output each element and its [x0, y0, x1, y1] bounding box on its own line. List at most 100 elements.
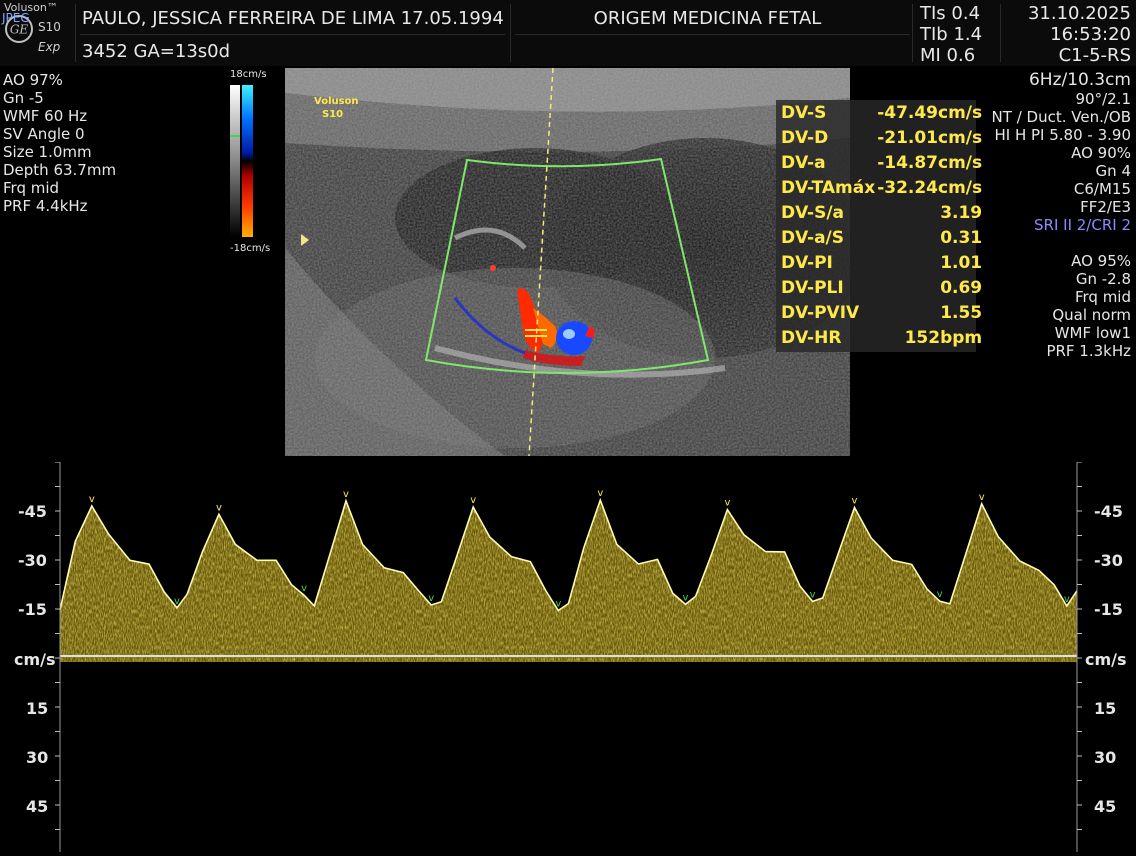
image-logo-model: S10 — [322, 109, 344, 120]
doppler-spectrum[interactable]: vvvvvvvvvvvvvvvv -45 -30 -15 cm/s 15 30 … — [0, 461, 1136, 852]
logo-model: S10 — [38, 20, 61, 34]
patient-name: PAULO, JESSICA FERREIRA DE LIMA 17.05.19… — [82, 8, 504, 29]
measurement-row: DV-PI 1.01 — [780, 250, 983, 275]
tib-value: TIb 1.4 — [920, 24, 983, 45]
measurement-row: DV-a -14.87cm/s — [780, 150, 983, 175]
logo-exp: Exp — [38, 40, 61, 54]
colorbar-bottom-label: -18cm/s — [230, 243, 271, 254]
cycle-marker: v — [470, 495, 476, 506]
param-gain: Gn -5 — [3, 89, 44, 107]
cycle-marker: v — [852, 496, 858, 507]
param-gain-color: Gn -2.8 — [1075, 270, 1131, 288]
color-velocity-bar — [230, 85, 254, 237]
measurement-panel: DV-S -47.49cm/s DV-D -21.01cm/s DV-a -14.87… — [776, 100, 982, 352]
measurement-label: DV-TAmáx — [781, 177, 876, 198]
scale-label: -45 — [18, 502, 47, 521]
param-prf: PRF 4.4kHz — [3, 197, 88, 215]
right-params: 6Hz/10.3cm 90°/2.1 NT / Duct. Ven./OB HI… — [992, 70, 1131, 360]
measurement-label: DV-PVIV — [781, 302, 860, 323]
param-depth: Depth 63.7mm — [3, 161, 117, 179]
measurement-row: DV-HR 152bpm — [780, 325, 983, 350]
measurement-row: DV-S -47.49cm/s — [780, 100, 983, 125]
exam-date: 31.10.2025 — [1027, 3, 1131, 24]
scale-label-right: 15 — [1094, 699, 1117, 718]
param-ao-b: AO 90% — [1071, 144, 1131, 162]
measurement-label: DV-HR — [781, 327, 842, 348]
measurement-row: DV-PVIV 1.55 — [780, 300, 983, 325]
scale-label: 30 — [26, 748, 49, 767]
measurement-label: DV-D — [781, 127, 829, 148]
measurement-value: -32.24cm/s — [877, 177, 983, 198]
cycle-marker: v — [724, 498, 730, 509]
param-ao-color: AO 95% — [1071, 252, 1131, 270]
measurement-value: 0.31 — [940, 227, 983, 248]
measurement-value: 3.19 — [940, 202, 983, 223]
measurement-value: -47.49cm/s — [877, 102, 983, 123]
cycle-marker: v — [1064, 594, 1070, 605]
param-gain-b: Gn 4 — [1095, 162, 1131, 180]
scale-label-right: -15 — [1094, 600, 1123, 619]
scale-label: -15 — [18, 600, 47, 619]
measurement-value: -14.87cm/s — [877, 152, 983, 173]
scale-label-right: -45 — [1094, 502, 1123, 521]
param-frq-color: Frq mid — [1074, 288, 1131, 306]
cycle-marker: v — [343, 489, 349, 500]
cycle-marker: v — [979, 492, 985, 503]
measurement-value: 152bpm — [904, 327, 983, 348]
patient-id-ga: 3452 GA=13s0d — [82, 41, 231, 62]
cycle-marker: v — [555, 599, 561, 610]
param-angle: 90°/2.1 — [1075, 90, 1132, 108]
measurement-label: DV-PLI — [781, 277, 844, 298]
cycle-marker: v — [301, 583, 307, 594]
param-frq: Frq mid — [3, 179, 60, 197]
mi-value: MI 0.6 — [920, 45, 976, 66]
scale-label: -30 — [18, 551, 47, 570]
measurement-label: DV-PI — [781, 252, 833, 273]
cycle-marker: v — [216, 502, 222, 513]
param-wmf-color: WMF low1 — [1054, 324, 1131, 342]
param-cm: C6/M15 — [1073, 180, 1131, 198]
measurement-label: DV-a/S — [781, 227, 845, 248]
scale-label: 15 — [26, 699, 49, 718]
colorbar-top-label: 18cm/s — [230, 69, 267, 80]
param-qual: Qual norm — [1052, 306, 1131, 324]
scale-label-right: 45 — [1094, 797, 1117, 816]
param-frame-depth: 6Hz/10.3cm — [1028, 70, 1131, 90]
image-logo-voluson: Voluson — [314, 96, 359, 107]
param-wmf: WMF 60 Hz — [3, 107, 88, 125]
measurement-row: DV-a/S 0.31 — [780, 225, 983, 250]
measurement-label: DV-a — [781, 152, 826, 173]
scale-unit: cm/s — [14, 650, 56, 669]
depth-scale — [272, 68, 284, 456]
exam-time: 16:53:20 — [1050, 24, 1131, 45]
param-sv-angle: SV Angle 0 — [3, 125, 85, 143]
param-ff: FF2/E3 — [1080, 198, 1131, 216]
param-size: Size 1.0mm — [3, 143, 92, 161]
left-params: AO 97% Gn -5 WMF 60 Hz SV Angle 0 Size 1… — [3, 71, 116, 215]
param-harmonic: HI H PI 5.80 - 3.90 — [994, 126, 1131, 144]
institution-name: ORIGEM MEDICINA FETAL — [593, 8, 822, 29]
measurement-value: 0.69 — [940, 277, 983, 298]
cycle-marker: v — [937, 589, 943, 600]
header-bar: GE Voluson™ JPEG S10 Exp PAULO, JESSICA … — [0, 0, 1136, 66]
cycle-marker: v — [683, 592, 689, 603]
param-prf-color: PRF 1.3kHz — [1046, 342, 1131, 360]
measurement-value: -21.01cm/s — [877, 127, 983, 148]
probe-name: C1-5-RS — [1058, 45, 1131, 66]
param-sri: SRI II 2/CRI 2 — [1034, 216, 1131, 234]
measurement-value: 1.55 — [940, 302, 983, 323]
ultrasound-image[interactable]: Voluson S10 — [285, 68, 850, 456]
measurement-row: DV-D -21.01cm/s — [780, 125, 983, 150]
param-preset: NT / Duct. Ven./OB — [991, 108, 1131, 126]
measurement-label: DV-S — [781, 102, 827, 123]
scale-label-right: -30 — [1094, 551, 1123, 570]
cycle-marker: v — [597, 488, 603, 499]
measurement-row: DV-S/a 3.19 — [780, 200, 983, 225]
scale-unit-right: cm/s — [1085, 650, 1127, 669]
cycle-marker: v — [89, 494, 95, 505]
logo-jpeg: JPEG — [2, 11, 30, 25]
measurement-row: DV-TAmáx -32.24cm/s — [780, 175, 983, 200]
tis-value: TIs 0.4 — [920, 3, 981, 24]
measurement-value: 1.01 — [940, 252, 983, 273]
scale-label-right: 30 — [1094, 748, 1117, 767]
